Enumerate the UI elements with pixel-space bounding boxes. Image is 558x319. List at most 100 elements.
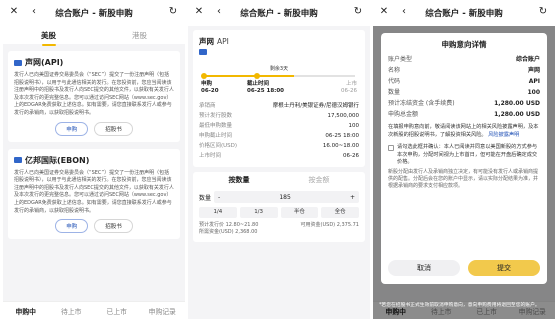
subscribe-button[interactable]: 申购 [55, 121, 89, 136]
subscribe-button[interactable]: 申购 [55, 219, 89, 234]
timeline-label: 申购 [201, 81, 213, 87]
timeline-date: 06-26 [341, 88, 357, 94]
detail-key: 名称 [388, 67, 401, 74]
timeline-label: 截止时间 [247, 81, 270, 87]
tab-records[interactable]: 申购记录 [140, 306, 186, 316]
detail-row: 代码 API [388, 76, 540, 87]
detail-row: 名称 声网 [388, 65, 540, 76]
info-value: 100 [348, 123, 360, 129]
order-form: 按数量 按金额 数量 - 185 + 1/4 1/3 半仓 全仓 预计发行价 1… [193, 172, 365, 242]
quantity-label: 数量 [199, 194, 212, 202]
timeline-dot-start [201, 73, 207, 79]
tab-subscribing[interactable]: 申购中 [3, 306, 49, 316]
countdown-label: 剩余3天 [269, 66, 289, 72]
detail-key: 申购总金额 [388, 111, 419, 118]
half-position-button[interactable]: 半仓 [280, 207, 319, 218]
quantity-stepper[interactable]: - 185 + [214, 191, 359, 203]
tab-by-amount[interactable]: 按金额 [279, 175, 359, 185]
footnote: *若您在招股书正式生效前取消申购意向，意向申购费用将退回至您的账户。 [379, 303, 540, 308]
confirm-text: 请勾选此框并确认：本人已阅读并同意以美国新股的方式参与本次申购，分配时间视为上市… [397, 144, 538, 165]
tab-listed[interactable]: 已上市 [94, 306, 140, 316]
confirm-checkbox-row[interactable]: 请勾选此框并确认：本人已阅读并同意以美国新股的方式参与本次申购，分配时间视为上市… [388, 144, 540, 167]
tab-hk[interactable]: 港股 [94, 30, 185, 41]
refresh-icon[interactable]: ↻ [167, 6, 179, 18]
full-position-button[interactable]: 全仓 [321, 207, 359, 218]
detail-key: 数量 [388, 89, 401, 96]
risk-notice: 在填报申购意向前，敬请阅读该网站上的相关风险披露声明，及本次新股的招股说明书，了… [388, 124, 540, 139]
prospectus-button[interactable]: 招股书 [94, 219, 133, 234]
dialog-title: 申购意向详情 [441, 40, 487, 49]
detail-key: 代码 [388, 78, 401, 85]
nav-bar: ✕ ‹ 综合账户 - 新股申购 ↻ [188, 0, 370, 26]
panel-ipo-list: ✕ ‹ 综合账户 - 新股申购 ↻ 美股 港股 声网(API) 发行人已向美国证… [3, 0, 185, 319]
tab-by-quantity[interactable]: 按数量 [199, 175, 279, 185]
detail-row: 账户类型 综合账户 [388, 54, 540, 65]
timeline-label: 上市 [345, 81, 357, 87]
page-title: 综合账户 - 新股申购 [425, 9, 503, 19]
tab-us[interactable]: 美股 [3, 30, 94, 46]
ipo-info-list: 承销商 摩根士丹利/美银证券/尼德汉姆银行 预计发行股数 17,500,000 最低… [199, 101, 359, 161]
ipo-name: 声网 [199, 37, 214, 46]
ipo-name: 亿邦国际(EBON) [25, 155, 90, 165]
ipo-disclaimer: 发行人已向美国证券交易委员会（“SEC”）提交了一份注册声明（包括招股说明书），… [14, 169, 174, 214]
info-value: 16.00~18.00 [322, 143, 359, 149]
timeline-date: 06-20 [201, 88, 219, 94]
refresh-icon[interactable]: ↻ [352, 6, 364, 18]
submit-button[interactable]: 提交 [468, 260, 540, 276]
minus-button[interactable]: - [218, 194, 220, 201]
info-key: 预计发行股数 [199, 113, 233, 119]
info-row: 最低申购数量 100 [199, 121, 359, 131]
info-row: 预计发行股数 17,500,000 [199, 111, 359, 121]
timeline-progress [203, 75, 295, 77]
close-icon[interactable]: ✕ [193, 6, 205, 18]
ipo-card: 声网(API) 发行人已向美国证券交易委员会（“SEC”）提交了一份注册声明（包… [8, 51, 180, 142]
risk-disclosure-link[interactable]: 风险披露声明 [488, 132, 519, 138]
refresh-icon[interactable]: ↻ [537, 6, 549, 18]
detail-value: 综合账户 [515, 56, 540, 63]
info-key: 最低申购数量 [199, 123, 233, 129]
third-position-button[interactable]: 1/3 [239, 207, 278, 218]
info-key: 上市时间 [199, 153, 222, 159]
ipo-disclaimer: 发行人已向美国证券交易委员会（“SEC”）提交了一份注册声明（包括招股说明书），… [14, 72, 174, 116]
info-value: 06-25 18:00 [325, 133, 359, 139]
timeline-bar [203, 75, 355, 77]
detail-value: 声网 [527, 67, 540, 74]
detail-key: 预计冻结资金 (含手续费) [388, 100, 455, 107]
quarter-position-button[interactable]: 1/4 [199, 207, 237, 218]
detail-value: 100 [527, 89, 540, 96]
cancel-button[interactable]: 取消 [388, 260, 460, 276]
est-price: 预计发行价 12.80~21.80 [199, 222, 259, 228]
detail-value: 1,280.00 USD [494, 111, 540, 118]
nav-bar: ✕ ‹ 综合账户 - 新股申购 ↻ [373, 0, 555, 26]
detail-row: 数量 100 [388, 87, 540, 98]
info-key: 承销商 [199, 103, 216, 109]
allocation-note: 新股分配由发行人及承销商独立决定，有可能没有发行人或承销商提供的配售。分配后会在… [388, 168, 539, 189]
bottom-tabs: 申购中 待上市 已上市 申购记录 [3, 301, 185, 319]
close-icon[interactable]: ✕ [8, 6, 20, 18]
prospectus-button[interactable]: 招股书 [94, 121, 133, 136]
detail-row: 申购总金额 1,280.00 USD [388, 109, 540, 120]
info-row: 承销商 摩根士丹利/美银证券/尼德汉姆银行 [199, 101, 359, 111]
info-key: 价格区间(USD) [199, 143, 238, 149]
info-value: 摩根士丹利/美银证券/尼德汉姆银行 [272, 103, 359, 109]
tab-pending-listing[interactable]: 待上市 [49, 306, 95, 316]
available-funds: 可用资金(USD) 2,375.71 [300, 222, 359, 228]
panel-confirm: ✕ ‹ 综合账户 - 新股申购 ↻ 申购中 待上市 已上市 申购记录 申购意向详… [373, 0, 555, 319]
plus-button[interactable]: + [350, 194, 355, 201]
us-flag-icon [14, 157, 22, 164]
info-row: 申购截止时间 06-25 18:00 [199, 131, 359, 141]
quantity-value[interactable]: 185 [279, 194, 290, 201]
back-icon[interactable]: ‹ [28, 6, 40, 18]
panel-ipo-detail: ✕ ‹ 综合账户 - 新股申购 ↻ 声网 API 剩余3天 申购 06-20 截止时… [188, 0, 370, 319]
back-icon[interactable]: ‹ [398, 6, 410, 18]
back-icon[interactable]: ‹ [213, 6, 225, 18]
info-value: 17,500,000 [327, 113, 360, 119]
ipo-timeline: 剩余3天 申购 06-20 截止时间 06-25 18:00 上市 06-26 [199, 66, 359, 97]
market-tabs: 美股 港股 [3, 26, 185, 46]
ipo-code: API [217, 37, 229, 46]
info-key: 申购截止时间 [199, 133, 233, 139]
confirm-checkbox[interactable] [388, 145, 394, 151]
detail-key: 账户类型 [388, 56, 413, 63]
info-value: 06-26 [343, 153, 359, 159]
close-icon[interactable]: ✕ [378, 6, 390, 18]
